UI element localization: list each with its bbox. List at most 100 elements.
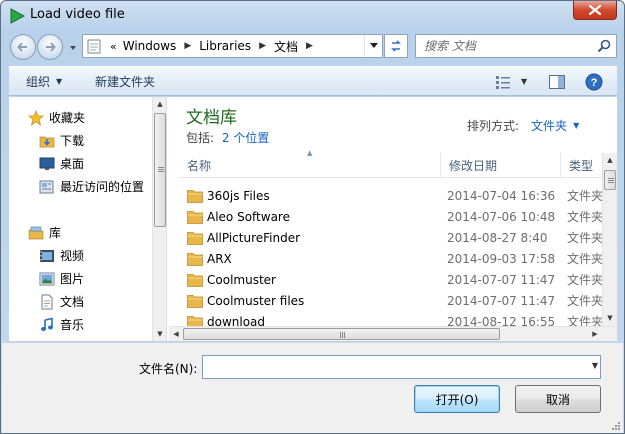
arrange-by: 排列方式: 文件夹 ▼: [467, 117, 579, 134]
library-includes: 包括: 2 个位置: [186, 129, 269, 146]
refresh-icon: [391, 40, 401, 52]
nav-desktop[interactable]: 桌面: [39, 153, 166, 174]
navigation-pane: 收藏夹 下载 桌面 最近访问的位置 库 视频 图片 文档 音乐 ▲ ▼: [9, 97, 167, 341]
cancel-button[interactable]: 取消: [515, 385, 601, 413]
search-icon[interactable]: [597, 39, 611, 53]
refresh-button[interactable]: [384, 34, 408, 58]
library-locations-link[interactable]: 2 个位置: [222, 131, 269, 145]
file-list-pane: 文档库 包括: 2 个位置 排列方式: 文件夹 ▼ ▲ 名称 修改日期 类型 3…: [169, 97, 617, 341]
nav-favorites[interactable]: 收藏夹: [28, 107, 166, 128]
scrollbar-thumb[interactable]: [154, 113, 166, 227]
view-details-icon: [496, 75, 510, 89]
music-library-icon: [41, 317, 53, 331]
file-list-vertical-scrollbar[interactable]: ▲ ▼: [602, 153, 617, 341]
nav-videos[interactable]: 视频: [39, 245, 166, 266]
chevron-right-icon[interactable]: ▶: [179, 41, 196, 51]
scroll-right-arrow-icon[interactable]: ▶: [588, 327, 602, 341]
change-view-button[interactable]: ▼: [495, 67, 535, 96]
file-name-combobox[interactable]: ▼: [202, 355, 601, 379]
arrange-by-label: 排列方式:: [467, 119, 520, 133]
new-folder-label: 新建文件夹: [95, 75, 156, 89]
library-includes-label: 包括:: [186, 131, 215, 145]
scroll-up-arrow-icon[interactable]: ▲: [603, 153, 617, 167]
window-title: Load video file: [30, 7, 125, 22]
close-icon: [589, 5, 601, 15]
folder-icon: [187, 190, 203, 203]
file-row[interactable]: AllPictureFinder 2014-08-27 8:40 文件夹: [179, 227, 605, 248]
file-type: 文件夹: [567, 252, 604, 266]
help-button[interactable]: ?: [585, 67, 605, 96]
arrow-left-icon: [17, 42, 27, 52]
file-date-modified: 2014-09-03 17:58: [447, 251, 556, 266]
scroll-up-arrow-icon[interactable]: ▲: [153, 97, 166, 111]
file-row[interactable]: Coolmuster files 2014-07-07 11:47 文件夹: [179, 290, 605, 311]
resize-grip-icon[interactable]: [611, 421, 621, 431]
address-dropdown-button[interactable]: [364, 35, 382, 57]
file-name: Coolmuster files: [207, 293, 305, 308]
preview-pane-button[interactable]: [549, 67, 567, 96]
file-type: 文件夹: [567, 231, 604, 245]
file-date-modified: 2014-07-07 11:47: [447, 272, 556, 287]
app-play-icon: [10, 8, 25, 24]
nav-documents[interactable]: 文档: [39, 291, 166, 312]
back-button[interactable]: [10, 34, 36, 60]
documents-library-icon: [41, 294, 53, 309]
folder-icon: [187, 211, 203, 224]
file-row[interactable]: ARX 2014-09-03 17:58 文件夹: [179, 248, 605, 269]
svg-text:?: ?: [591, 77, 598, 89]
chevron-down-icon[interactable]: ▼: [592, 361, 598, 370]
downloads-folder-icon: [39, 136, 55, 147]
file-list-horizontal-scrollbar[interactable]: ◀ ▶: [169, 326, 617, 341]
file-name: AllPictureFinder: [207, 230, 301, 245]
nav-item-label: 收藏夹: [49, 111, 86, 125]
column-header-date-modified[interactable]: 修改日期: [441, 153, 561, 177]
nav-downloads[interactable]: 下载: [39, 130, 166, 151]
navigation-pane-scrollbar[interactable]: ▲ ▼: [152, 97, 166, 341]
dialog-footer: 文件名(N): ▼ 打开(O) 取消: [2, 343, 623, 433]
address-segment-libraries[interactable]: Libraries: [196, 35, 254, 57]
nav-item-label: 图片: [60, 272, 85, 286]
scrollbar-thumb[interactable]: [604, 170, 616, 190]
chevron-right-icon[interactable]: ▶: [301, 41, 318, 51]
chevron-right-icon[interactable]: ▶: [254, 41, 271, 51]
new-folder-button[interactable]: 新建文件夹: [95, 67, 155, 96]
folder-icon: [187, 295, 203, 308]
nav-pictures[interactable]: 图片: [39, 268, 166, 289]
file-row[interactable]: 360js Files 2014-07-04 16:36 文件夹: [179, 185, 605, 206]
title-bar[interactable]: Load video file: [1, 1, 624, 31]
scroll-down-arrow-icon[interactable]: ▼: [153, 327, 166, 341]
nav-item-label: 文档: [60, 295, 85, 309]
file-name-input[interactable]: [203, 356, 573, 378]
help-icon: ?: [585, 73, 603, 90]
file-name-label: 文件名(N):: [139, 362, 198, 376]
file-name: Coolmuster: [207, 272, 276, 287]
file-row[interactable]: Coolmuster 2014-07-07 11:47 文件夹: [179, 269, 605, 290]
nav-music[interactable]: 音乐: [39, 314, 166, 335]
nav-libraries[interactable]: 库: [28, 222, 166, 243]
close-button[interactable]: [573, 1, 617, 20]
address-segment-documents[interactable]: 文档: [271, 35, 301, 57]
nav-item-label: 库: [49, 226, 62, 240]
nav-recent-places[interactable]: 最近访问的位置: [39, 176, 166, 197]
search-box[interactable]: [415, 34, 617, 58]
forward-button[interactable]: [37, 34, 63, 60]
file-name: ARX: [207, 251, 232, 266]
arrange-by-dropdown[interactable]: 文件夹: [531, 117, 567, 134]
file-row[interactable]: Aleo Software 2014-07-06 10:48 文件夹: [179, 206, 605, 227]
column-header-name[interactable]: 名称: [179, 153, 441, 177]
scroll-down-arrow-icon[interactable]: ▼: [603, 311, 617, 325]
recent-locations-dropdown-icon[interactable]: [68, 43, 78, 53]
address-segment-windows[interactable]: Windows: [120, 35, 180, 57]
open-button[interactable]: 打开(O): [414, 385, 500, 413]
chevron-down-icon[interactable]: ▼: [573, 121, 579, 130]
address-bar[interactable]: « Windows ▶ Libraries ▶ 文档 ▶: [82, 34, 383, 58]
file-date-modified: 2014-07-06 10:48: [447, 209, 556, 224]
address-overflow-icon[interactable]: «: [104, 35, 120, 57]
file-date-modified: 2014-07-07 11:47: [447, 293, 556, 308]
organize-button[interactable]: 组织 ▼: [26, 67, 62, 96]
scrollbar-thumb[interactable]: [183, 328, 500, 340]
chevron-down-icon: ▼: [56, 77, 63, 86]
search-input[interactable]: [424, 36, 600, 56]
chevron-down-icon[interactable]: ▼: [521, 77, 527, 86]
scroll-left-arrow-icon[interactable]: ◀: [169, 327, 183, 341]
